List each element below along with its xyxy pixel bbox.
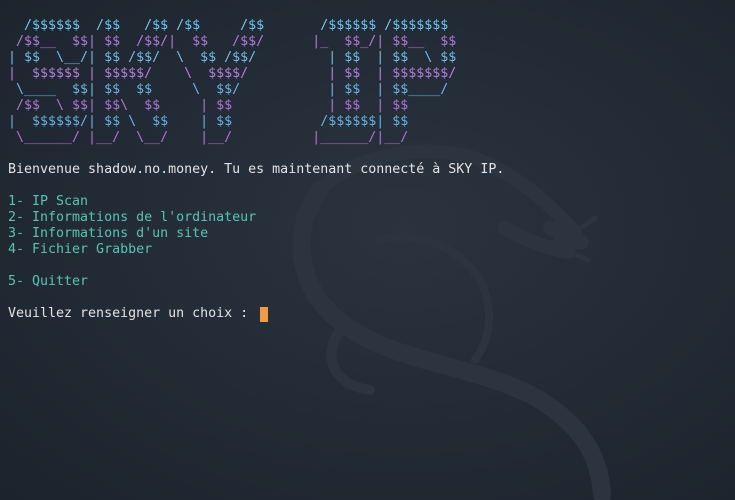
sky-ip-ascii-banner: /$$$$$$ /$$ /$$ /$$ /$$ /$$$$$$ /$$$$$$$… [8,18,735,146]
main-menu: 1- IP Scan 2- Informations de l'ordinate… [8,194,735,290]
menu-item-ip-scan[interactable]: 1- IP Scan [8,194,735,210]
banner-line: \______/ |__/ \__/ |__/ |______/|__/ [8,130,409,145]
banner-line: /$$ \ $$| $$\ $$ | $$ | $$ | $$ [8,98,409,113]
banner-line: /$$__ $$| $$ /$$/| $$ /$$/ |_ $$_/| $$__… [8,34,457,49]
prompt-label: Veuillez renseigner un choix : [8,306,257,321]
text-cursor[interactable] [260,306,269,322]
menu-item-site-info[interactable]: 3- Informations d'un site [8,226,735,242]
terminal-window[interactable]: /$$$$$$ /$$ /$$ /$$ /$$ /$$$$$$ /$$$$$$$… [0,0,735,500]
welcome-message: Bienvenue shadow.no.money. Tu es mainten… [8,162,505,177]
banner-line: | $$ \__/| $$ /$$/ \ $$ /$$/ | $$ | $$ \… [8,50,457,65]
menu-item-quit[interactable]: 5- Quitter [8,274,735,290]
menu-item-computer-info[interactable]: 2- Informations de l'ordinateur [8,210,735,226]
menu-item-file-grabber[interactable]: 4- Fichier Grabber [8,242,735,258]
banner-line: | $$$$$$ | $$$$$/ \ $$$$/ | $$ | $$$$$$$… [8,66,457,81]
banner-line: \____ $$| $$ $$ \ $$/ | $$ | $$____/ [8,82,449,97]
banner-line: | $$$$$$/| $$ \ $$ | $$ /$$$$$$| $$ [8,114,409,129]
choice-prompt[interactable]: Veuillez renseigner un choix : [8,306,735,322]
terminal-output: /$$$$$$ /$$ /$$ /$$ /$$ /$$$$$$ /$$$$$$$… [8,18,735,322]
banner-line: /$$$$$$ /$$ /$$ /$$ /$$ /$$$$$$ /$$$$$$$ [8,18,449,33]
